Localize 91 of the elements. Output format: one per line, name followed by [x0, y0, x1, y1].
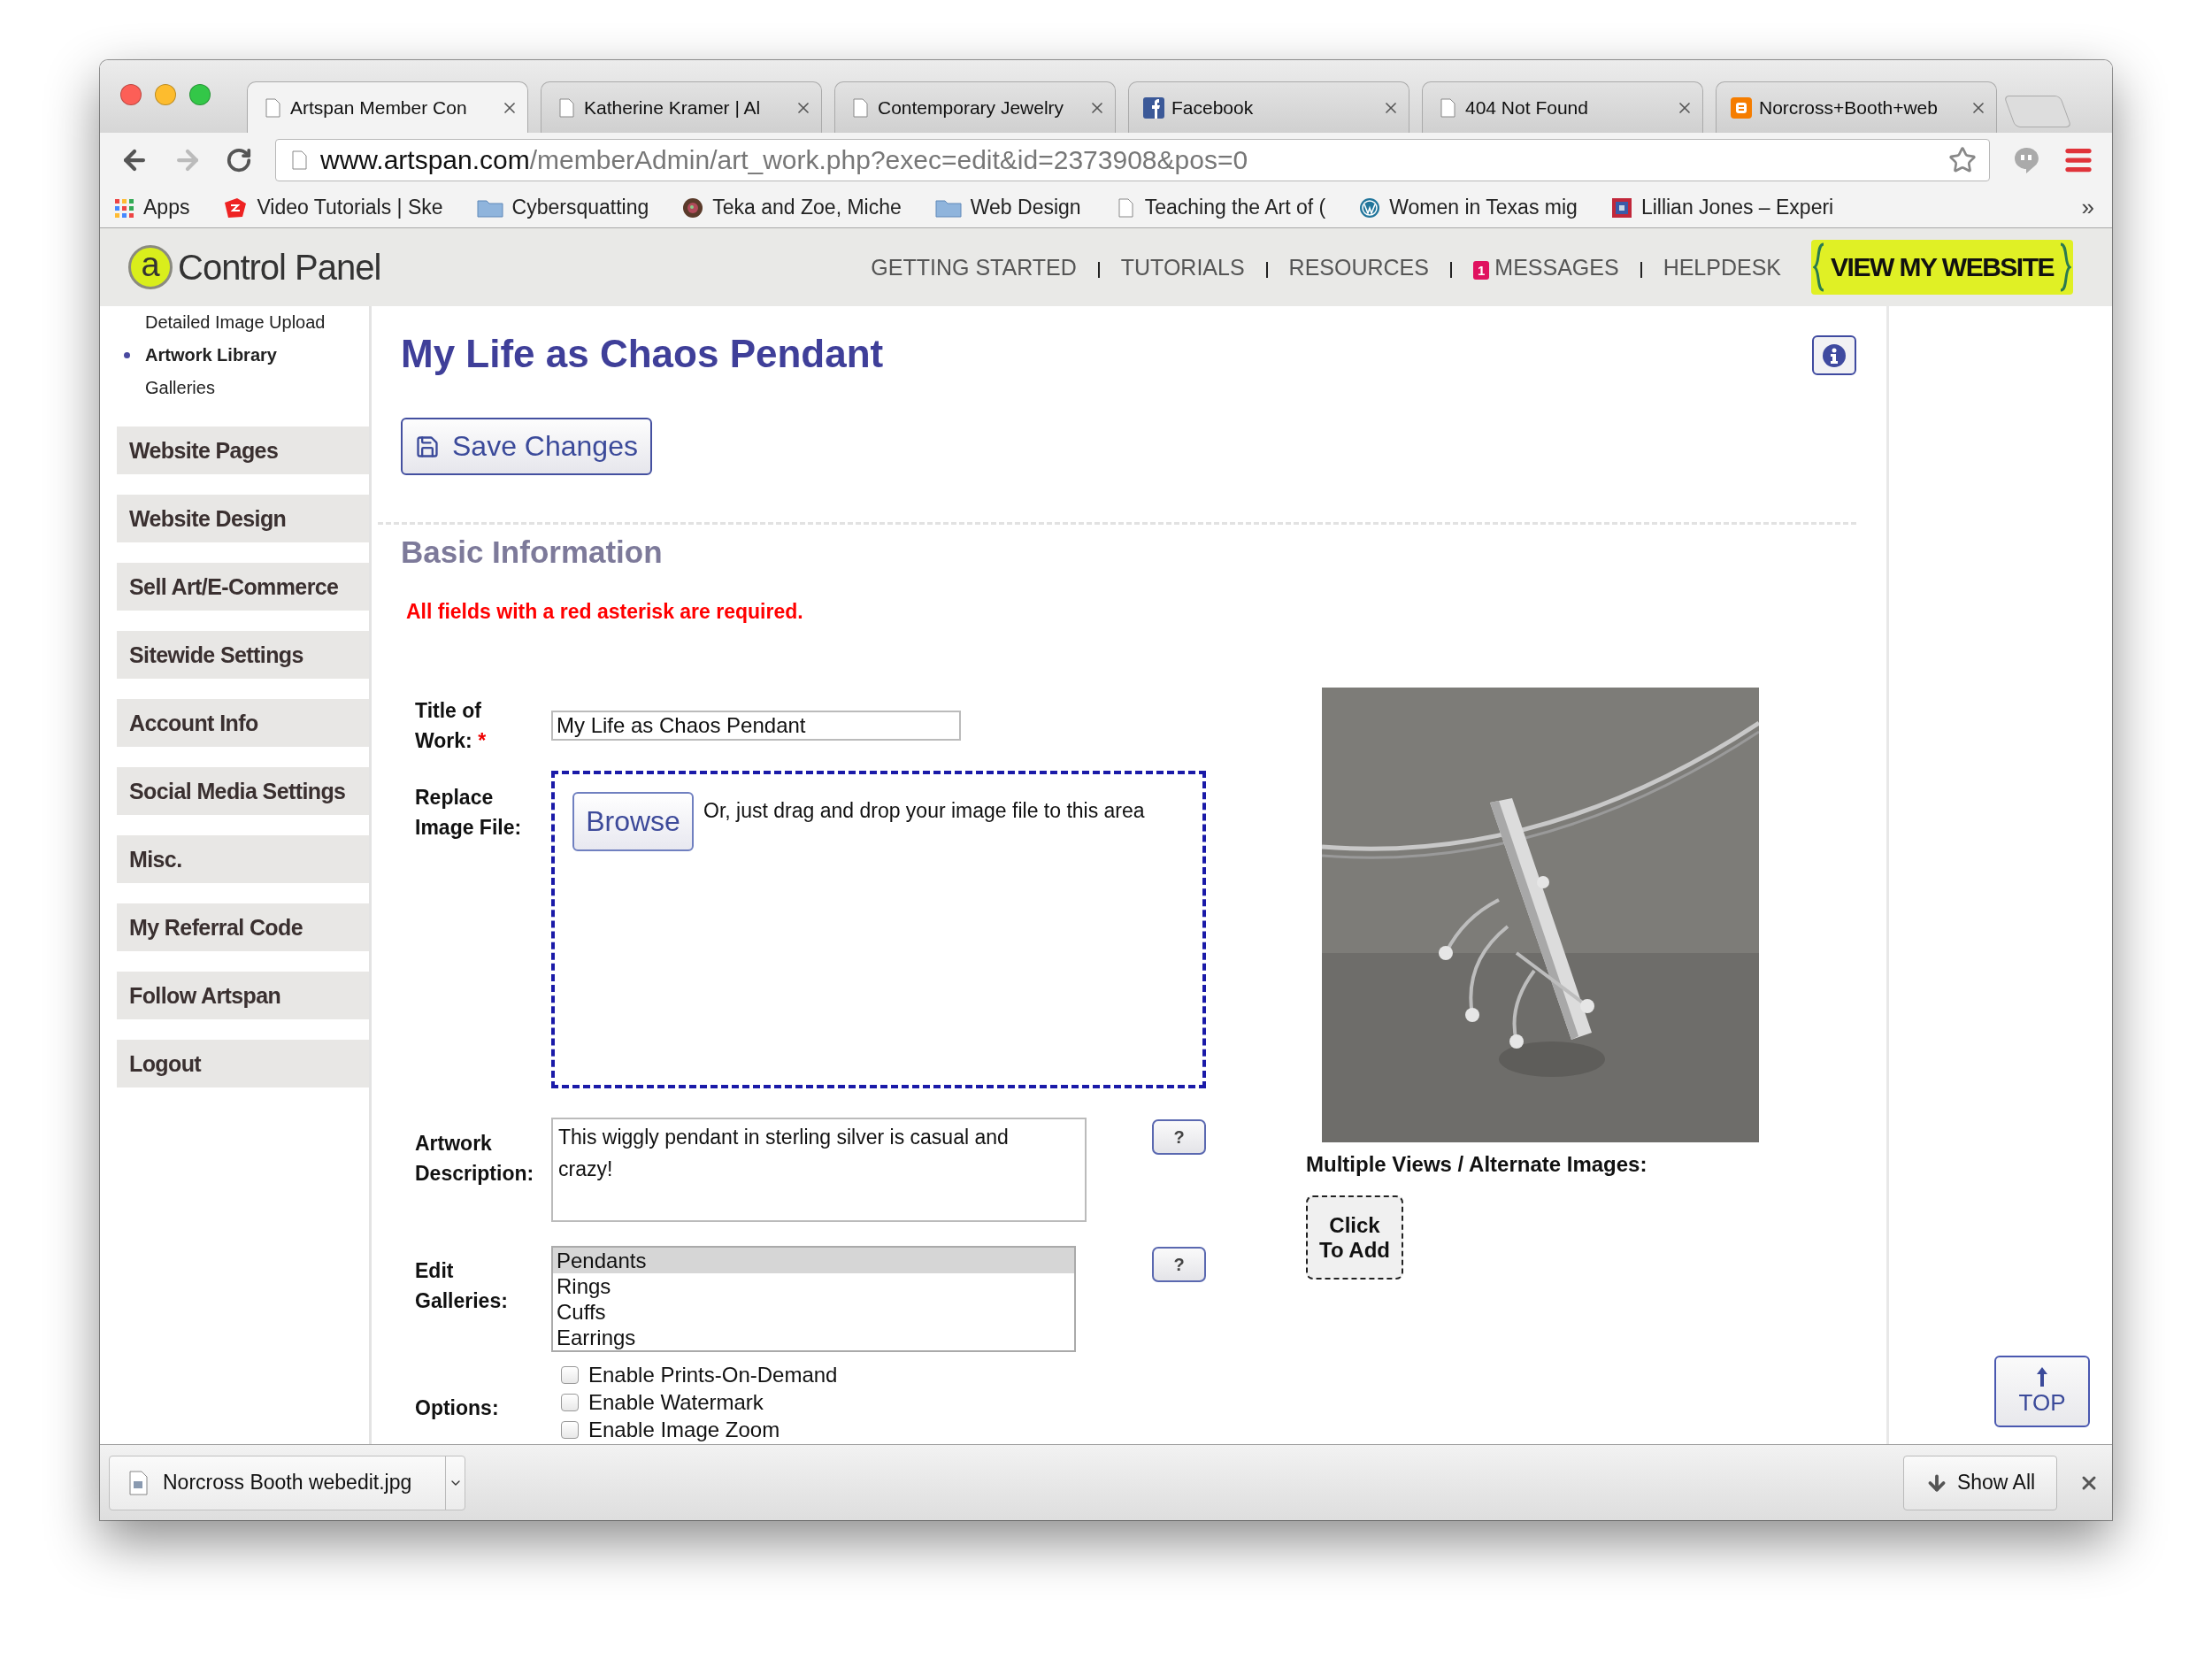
info-icon: [1822, 342, 1847, 368]
logo-icon: [1731, 96, 1752, 119]
view-website-button[interactable]: VIEW MY WEBSITE: [1811, 240, 2073, 295]
field-label: Artwork Description:: [415, 1131, 535, 1187]
tab-title: Artspan Member Con: [290, 96, 467, 119]
brace-icon: [2059, 242, 2071, 292]
sidebar-section[interactable]: Follow Artspan: [117, 972, 369, 1019]
sidebar-subitem[interactable]: Detailed Image Upload: [117, 306, 369, 339]
help-button[interactable]: ?: [1152, 1247, 1206, 1282]
bookmark[interactable]: Lillian Jones – Experi: [1640, 196, 1834, 219]
back-to-top-button[interactable]: TOP: [1994, 1356, 2090, 1427]
url-text: www.artspan.com/memberAdmin/art_work.php?exec=edit&id=2373908&pos=0: [320, 145, 1249, 175]
browse-button[interactable]: Browse: [572, 792, 694, 851]
section-heading: Basic Information: [401, 534, 664, 571]
sidebar-section[interactable]: Sell Art/E-Commerce: [117, 563, 369, 611]
bookmark[interactable]: Web Design: [970, 196, 1081, 219]
sidebar-subitem[interactable]: Galleries: [117, 372, 369, 404]
page-title: My Life as Chaos Pendant: [401, 331, 884, 377]
nav-link[interactable]: TUTORIALS: [1120, 254, 1245, 281]
save-button[interactable]: Save Changes: [401, 418, 652, 475]
show-all-button[interactable]: Show All: [1903, 1455, 2057, 1510]
nav-link[interactable]: HELPDESK: [1663, 254, 1782, 281]
browser-tab[interactable]: Katherine Kramer | Al: [541, 81, 822, 133]
close-window-button[interactable]: [120, 84, 142, 105]
sidebar-section[interactable]: Website Design: [117, 495, 369, 542]
checkbox[interactable]: [561, 1365, 579, 1384]
download-item[interactable]: Norcross Booth webedit.jpg: [109, 1455, 465, 1510]
logo-text: Control Panel: [178, 247, 381, 288]
galleries-list[interactable]: Pendants Rings Cuffs Earrings: [551, 1246, 1076, 1352]
tab-title: Norcross+Booth+web: [1759, 96, 1938, 119]
nav-link[interactable]: RESOURCES: [1288, 254, 1429, 281]
browser-tab[interactable]: Contemporary Jewelry: [834, 81, 1116, 133]
sidebar-section[interactable]: Social Media Settings: [117, 767, 369, 815]
tab-title: Facebook: [1171, 96, 1254, 119]
sidebar-section[interactable]: Website Pages: [117, 427, 369, 474]
drop-hint: Or, just drag and drop your image file to this area: [703, 799, 1145, 823]
checkbox[interactable]: [561, 1393, 579, 1411]
tab-title: Katherine Kramer | Al: [584, 96, 761, 119]
checkbox-label: Enable Prints-On-Demand: [588, 1362, 838, 1387]
help-button[interactable]: ?: [1152, 1119, 1206, 1155]
browser-tab[interactable]: Norcross+Booth+web: [1716, 81, 1997, 133]
zoom-window-button[interactable]: [189, 84, 211, 105]
browser-tab[interactable]: Artspan Member Con: [247, 81, 528, 133]
title-field[interactable]: My Life as Chaos Pendant: [551, 711, 961, 741]
bookmark[interactable]: Teaching the Art of (: [1144, 196, 1326, 219]
add-image-button[interactable]: Click To Add: [1306, 1195, 1403, 1280]
bookmark[interactable]: Apps: [143, 196, 190, 219]
arrow-up-icon: [2036, 1366, 2048, 1387]
field-label: Options:: [415, 1395, 500, 1421]
tab-title: 404 Not Found: [1465, 96, 1588, 119]
tab-title: Contemporary Jewelry: [878, 96, 1064, 119]
browser-tab[interactable]: 404 Not Found: [1422, 81, 1703, 133]
file-icon: [127, 1470, 149, 1495]
sidebar-section[interactable]: My Referral Code: [117, 903, 369, 951]
browser-tab[interactable]: Facebook: [1128, 81, 1409, 133]
sidebar-section[interactable]: Misc.: [117, 835, 369, 883]
star-icon[interactable]: [1948, 146, 1977, 174]
checkbox-label: Enable Image Zoom: [588, 1417, 780, 1442]
address-bar[interactable]: www.artspan.com/memberAdmin/art_work.php?exec=edit&id=2373908&pos=0: [275, 139, 1990, 181]
logo-icon: [223, 196, 249, 219]
info-button[interactable]: [1812, 335, 1856, 375]
nav-link[interactable]: GETTING STARTED: [871, 254, 1077, 281]
field-label: Replace Image File:: [415, 785, 523, 841]
description-field[interactable]: This wiggly pendant in sterling silver is casual and crazy!: [551, 1118, 1087, 1222]
photo-icon: [682, 196, 704, 219]
bookmark[interactable]: Cybersquatting: [511, 196, 649, 219]
field-label: Title of Work: *: [415, 698, 488, 754]
apps-icon: [113, 196, 134, 219]
brace-icon: [1813, 242, 1826, 292]
checkbox-label: Enable Watermark: [588, 1389, 764, 1415]
logo-mark: a: [128, 245, 173, 289]
sidebar-section[interactable]: Sitewide Settings: [117, 631, 369, 679]
more-bookmarks-button[interactable]: »: [2081, 194, 2094, 221]
drop-zone[interactable]: Browse Or, just drag and drop your image file to this area: [551, 771, 1206, 1088]
sidebar-section[interactable]: Logout: [117, 1040, 369, 1087]
logo-icon: [1359, 196, 1381, 219]
logo-icon: [1143, 96, 1164, 119]
bookmark[interactable]: Women in Texas mig: [1389, 196, 1578, 219]
count-badge: 1: [1472, 260, 1490, 280]
reload-icon[interactable]: [226, 147, 252, 173]
alternate-images-label: Multiple Views / Alternate Images:: [1306, 1151, 1647, 1178]
bookmark[interactable]: Teka and Zoe, Miche: [712, 196, 902, 219]
bookmark[interactable]: Video Tutorials | Ske: [257, 196, 443, 219]
list-option[interactable]: Pendants: [553, 1248, 1074, 1273]
sidebar-subitem[interactable]: Artwork Library: [117, 339, 369, 372]
checkbox[interactable]: [561, 1420, 579, 1439]
sidebar-section[interactable]: Account Info: [117, 699, 369, 747]
field-label: Edit Galleries:: [415, 1258, 509, 1314]
required-note: All fields with a red asterisk are required.: [406, 599, 804, 624]
nav-link[interactable]: MESSAGES: [1494, 254, 1619, 281]
logo-icon: [1610, 196, 1632, 219]
